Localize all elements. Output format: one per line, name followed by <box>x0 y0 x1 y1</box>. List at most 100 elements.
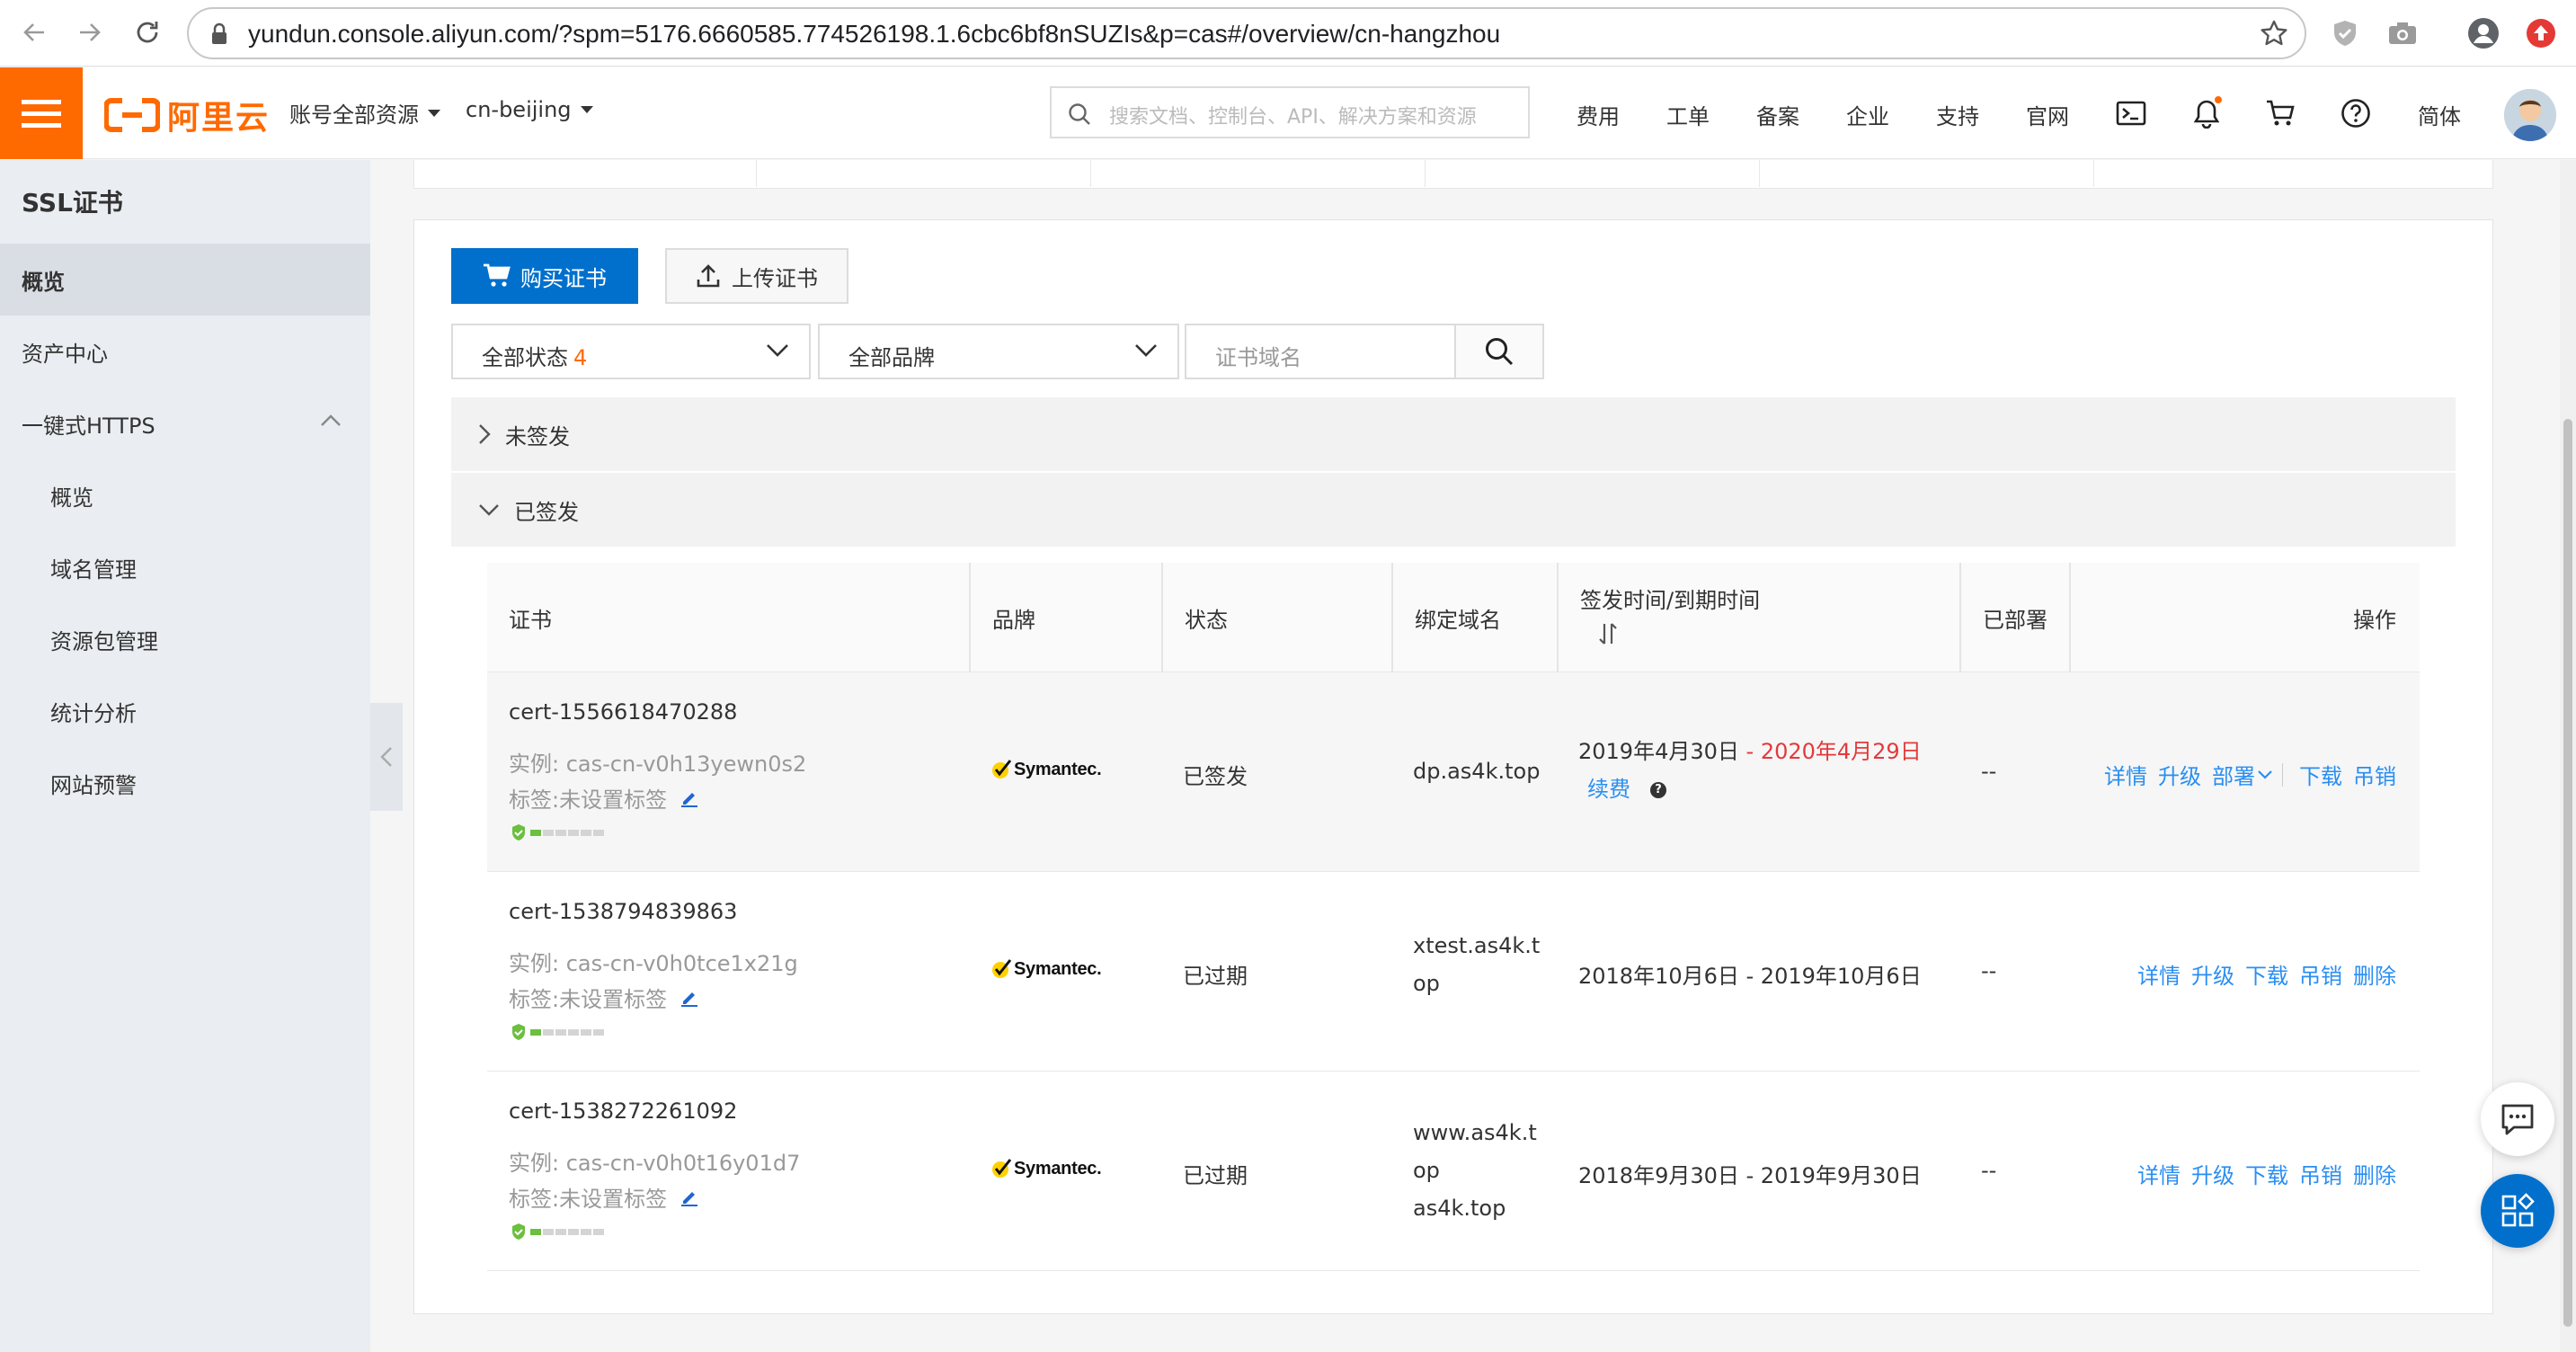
action-revoke[interactable]: 吊销 <box>2299 958 2342 990</box>
nav-link-icp[interactable]: 备案 <box>1756 99 1799 130</box>
cert-instance: 实例: cas-cn-v0h0tce1x21g <box>509 951 798 976</box>
symantec-check-icon <box>992 1159 1012 1178</box>
edit-pencil-icon[interactable] <box>680 1188 699 1206</box>
chevron-up-icon <box>321 414 341 426</box>
renew-link[interactable]: 续费 <box>1587 777 1630 802</box>
search-icon <box>1486 338 1514 366</box>
reload-icon[interactable] <box>131 16 164 49</box>
account-scope-dropdown[interactable]: 账号全部资源 <box>289 97 440 129</box>
sidebar-item-resource-packs[interactable]: 资源包管理 <box>0 603 370 675</box>
action-upgrade[interactable]: 升级 <box>2191 1158 2234 1189</box>
action-upgrade[interactable]: 升级 <box>2158 759 2201 790</box>
language-switch[interactable]: 简体 <box>2418 99 2461 130</box>
sidebar-group-https[interactable]: 一键式HTTPS <box>0 387 370 459</box>
action-details[interactable]: 详情 <box>2137 1158 2181 1189</box>
action-details[interactable]: 详情 <box>2104 759 2147 790</box>
nav-link-enterprise[interactable]: 企业 <box>1846 99 1889 130</box>
browser-toolbar: yundun.console.aliyun.com/?spm=5176.6660… <box>0 0 2576 67</box>
action-details[interactable]: 详情 <box>2137 958 2181 990</box>
table-header: 证书 品牌 状态 绑定域名 签发时间/到期时间 已部署 操作 <box>487 563 2420 672</box>
cert-domain-line: as4k.top <box>1413 1196 1506 1221</box>
cert-tag: 标签:未设置标签 <box>509 782 699 814</box>
cert-name: cert-1538272261092 <box>509 1098 738 1124</box>
back-icon[interactable] <box>18 16 50 49</box>
lock-icon[interactable] <box>210 22 228 46</box>
global-search-placeholder: 搜索文档、控制台、API、解决方案和资源 <box>1109 106 1477 129</box>
sidebar-item-label: 概览 <box>22 269 65 295</box>
symantec-check-icon <box>992 760 1012 778</box>
scrollbar-thumb[interactable] <box>2563 419 2572 1327</box>
shield-extension-icon[interactable] <box>2328 16 2362 50</box>
chevron-right-icon <box>479 424 491 444</box>
date-separator: - <box>1738 739 1761 764</box>
action-download[interactable]: 下载 <box>2245 1158 2288 1189</box>
cart-icon[interactable] <box>2263 96 2297 130</box>
bookmark-star-icon[interactable] <box>2260 19 2288 48</box>
global-search[interactable]: 搜索文档、控制台、API、解决方案和资源 <box>1050 86 1530 138</box>
sidebar-collapse-toggle[interactable] <box>370 703 403 811</box>
action-delete[interactable]: 删除 <box>2353 958 2396 990</box>
sidebar-item-label: 概览 <box>50 485 93 511</box>
column-header-dates-label: 签发时间/到期时间 <box>1580 588 1761 613</box>
aliyun-logo[interactable]: 阿里云 <box>104 92 270 138</box>
column-header-domain: 绑定域名 <box>1391 563 1501 672</box>
brand-filter-select[interactable]: 全部品牌 <box>818 324 1179 379</box>
sidebar-item-assets[interactable]: 资产中心 <box>0 316 370 387</box>
region-dropdown[interactable]: cn-beijing <box>466 97 593 122</box>
status-filter-label: 全部状态 <box>482 345 568 370</box>
status-count-badge: 4 <box>573 345 588 370</box>
cert-name: cert-1538794839863 <box>509 899 738 924</box>
table-row: cert-1538794839863 实例: cas-cn-v0h0tce1x2… <box>487 872 2420 1072</box>
nav-link-support[interactable]: 支持 <box>1936 99 1979 130</box>
menu-icon[interactable] <box>0 67 83 159</box>
edit-pencil-icon[interactable] <box>680 989 699 1007</box>
update-icon[interactable] <box>2524 16 2558 50</box>
notification-bell-icon[interactable] <box>2190 96 2224 130</box>
sidebar-item-statistics[interactable]: 统计分析 <box>0 675 370 747</box>
url-text[interactable]: yundun.console.aliyun.com/?spm=5176.6660… <box>248 20 1500 49</box>
shield-check-icon <box>512 824 525 841</box>
avatar[interactable] <box>2504 89 2556 141</box>
action-upgrade[interactable]: 升级 <box>2191 958 2234 990</box>
sidebar-item-domains[interactable]: 域名管理 <box>0 531 370 603</box>
action-revoke[interactable]: 吊销 <box>2299 1158 2342 1189</box>
column-header-actions-label: 操作 <box>2353 607 2396 633</box>
nav-link-tickets[interactable]: 工单 <box>1666 99 1710 130</box>
sidebar-item-https-overview[interactable]: 概览 <box>0 459 370 531</box>
sort-icon[interactable] <box>1598 622 1618 645</box>
action-deploy-dropdown[interactable]: 部署 <box>2212 759 2273 790</box>
nav-link-official-site[interactable]: 官网 <box>2026 99 2069 130</box>
help-icon[interactable] <box>2339 96 2373 130</box>
action-delete[interactable]: 删除 <box>2353 1158 2396 1189</box>
cert-tag-label: 标签:未设置标签 <box>509 987 668 1012</box>
region-label: cn-beijing <box>466 97 572 122</box>
buy-certificate-button[interactable]: 购买证书 <box>451 248 638 304</box>
group-issued[interactable]: 已签发 <box>451 473 2456 547</box>
cert-domain-line: www.as4k.t <box>1413 1120 1537 1145</box>
camera-extension-icon[interactable] <box>2385 16 2420 50</box>
action-download[interactable]: 下载 <box>2245 958 2288 990</box>
group-unissued[interactable]: 未签发 <box>451 397 2456 471</box>
action-revoke[interactable]: 吊销 <box>2353 759 2396 790</box>
terminal-icon[interactable] <box>2114 96 2148 130</box>
action-download[interactable]: 下载 <box>2299 759 2342 790</box>
forward-icon[interactable] <box>74 16 106 49</box>
sidebar-item-overview[interactable]: 概览 <box>0 244 370 316</box>
quick-apps-button[interactable] <box>2481 1174 2554 1248</box>
upload-certificate-button[interactable]: 上传证书 <box>665 248 848 304</box>
sidebar-item-site-alerts[interactable]: 网站预警 <box>0 747 370 819</box>
status-filter-select[interactable]: 全部状态 4 <box>451 324 811 379</box>
divider <box>1759 160 1760 187</box>
address-bar[interactable]: yundun.console.aliyun.com/?spm=5176.6660… <box>187 7 2306 59</box>
brand-logo: Symantec. <box>990 759 1102 780</box>
domain-search-input[interactable]: 证书域名 <box>1185 324 1456 379</box>
security-level-indicator <box>511 1223 606 1241</box>
profile-icon[interactable] <box>2466 16 2500 50</box>
nav-link-fees[interactable]: 费用 <box>1577 99 1620 130</box>
group-unissued-label: 未签发 <box>505 423 570 449</box>
cert-status: 已签发 <box>1183 764 1248 789</box>
edit-pencil-icon[interactable] <box>680 789 699 807</box>
help-question-icon[interactable]: ? <box>1650 782 1666 798</box>
chat-feedback-button[interactable] <box>2481 1082 2554 1156</box>
domain-search-button[interactable] <box>1454 324 1544 379</box>
